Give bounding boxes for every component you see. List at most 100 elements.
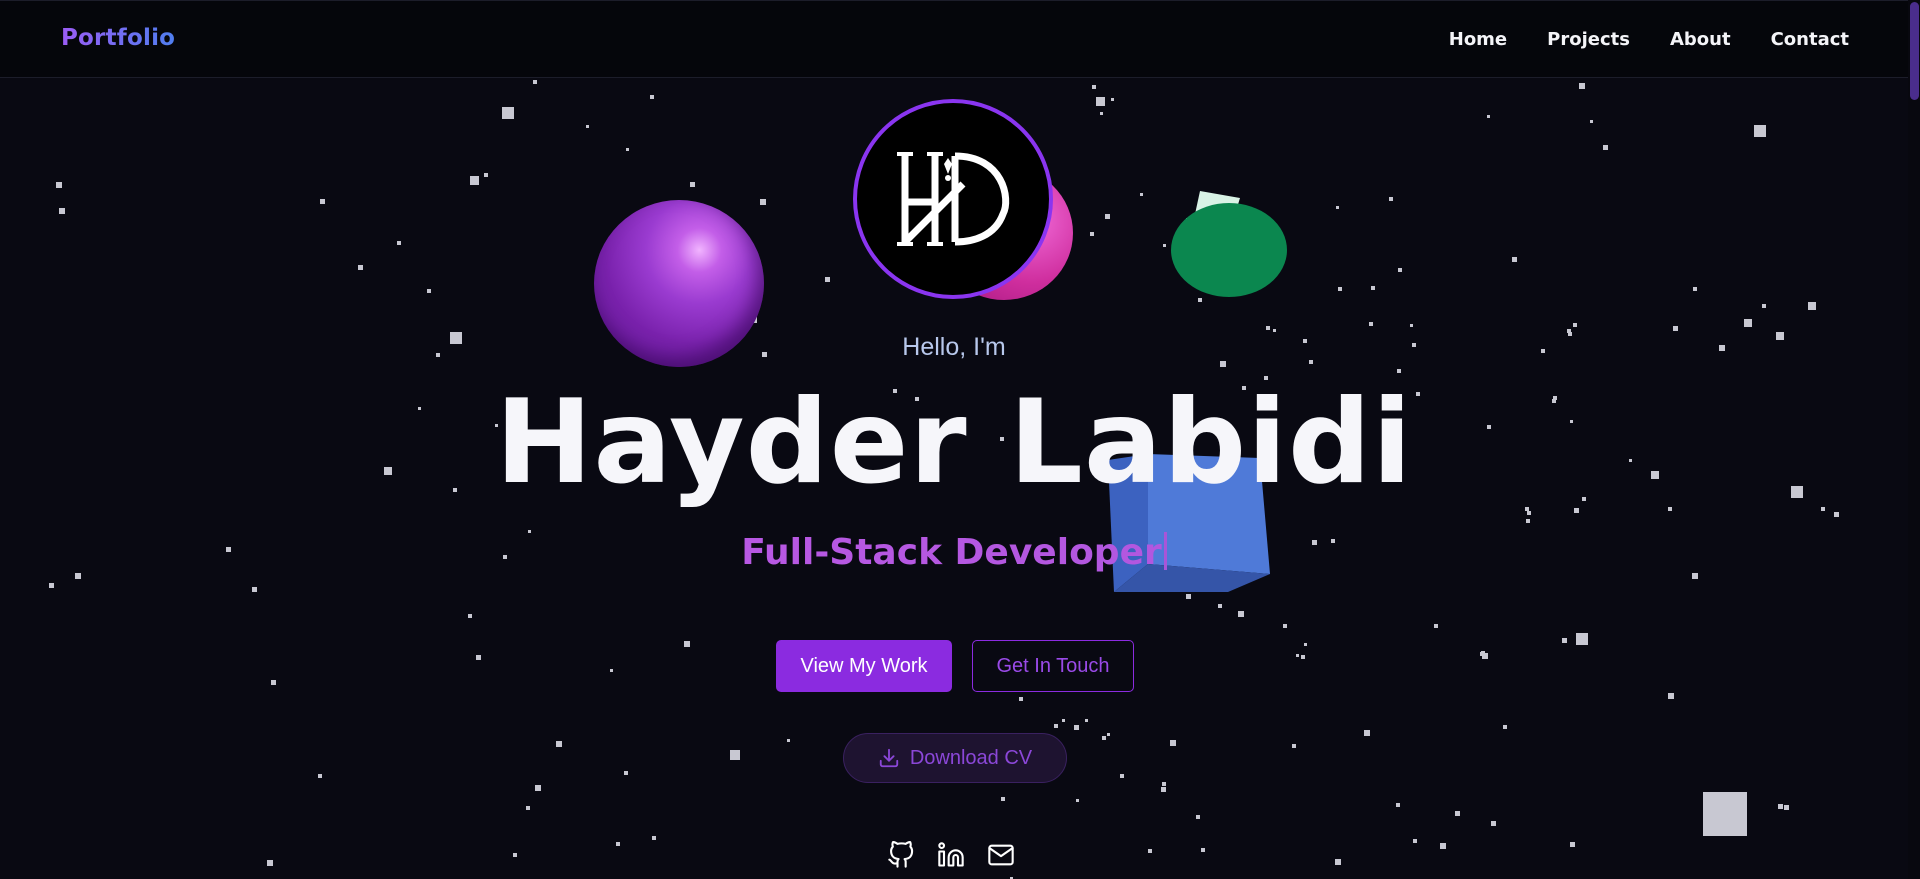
- star-particle: [1111, 98, 1114, 101]
- star-particle: [1713, 800, 1718, 805]
- brand-logo-link[interactable]: Portfolio: [61, 25, 175, 51]
- star-particle: [1120, 774, 1124, 778]
- star-particle: [1161, 787, 1166, 792]
- star-particle: [1527, 511, 1531, 515]
- star-particle: [1487, 115, 1490, 118]
- star-particle: [535, 785, 541, 791]
- star-particle: [1001, 797, 1005, 801]
- star-particle: [271, 680, 276, 685]
- star-particle: [1703, 792, 1747, 836]
- star-particle: [1480, 652, 1484, 656]
- star-particle: [267, 860, 273, 866]
- star-particle: [1062, 719, 1065, 722]
- star-particle: [1784, 805, 1789, 810]
- star-particle: [1573, 323, 1577, 327]
- star-particle: [616, 842, 620, 846]
- star-particle: [252, 587, 257, 592]
- mail-icon: [988, 844, 1014, 866]
- star-particle: [825, 277, 830, 282]
- star-particle: [1744, 319, 1752, 327]
- star-particle: [1579, 83, 1585, 89]
- star-particle: [690, 182, 695, 187]
- star-particle: [586, 125, 589, 128]
- social-links: [886, 840, 1016, 870]
- github-icon: [888, 841, 914, 868]
- star-particle: [513, 853, 517, 857]
- star-particle: [1715, 807, 1719, 811]
- star-particle: [1398, 268, 1402, 272]
- star-particle: [650, 95, 654, 99]
- star-particle: [1100, 112, 1103, 115]
- star-particle: [1371, 286, 1375, 290]
- star-particle: [1762, 304, 1766, 308]
- star-particle: [1512, 257, 1517, 262]
- view-my-work-button[interactable]: View My Work: [776, 640, 952, 692]
- star-particle: [1292, 744, 1296, 748]
- star-particle: [1140, 193, 1143, 196]
- email-link[interactable]: [986, 840, 1016, 870]
- star-particle: [1074, 725, 1079, 730]
- star-particle: [787, 739, 790, 742]
- star-particle: [1102, 736, 1106, 740]
- typing-caret: [1163, 532, 1167, 570]
- star-particle: [760, 199, 766, 205]
- logo-avatar: [853, 99, 1053, 299]
- download-icon: [879, 748, 899, 768]
- star-particle: [1054, 724, 1058, 728]
- star-particle: [476, 655, 481, 660]
- star-particle: [320, 199, 325, 204]
- star-particle: [1170, 740, 1176, 746]
- star-particle: [1440, 843, 1446, 849]
- star-particle: [626, 148, 629, 151]
- star-particle: [1162, 782, 1166, 786]
- star-particle: [1693, 287, 1697, 291]
- page-scrollbar[interactable]: [1908, 0, 1920, 879]
- star-particle: [49, 583, 54, 588]
- star-particle: [1283, 624, 1287, 628]
- star-particle: [1673, 326, 1678, 331]
- star-particle: [1019, 697, 1023, 701]
- star-particle: [502, 107, 514, 119]
- hero-role: Full-Stack Developer: [0, 532, 1908, 573]
- star-particle: [1105, 214, 1110, 219]
- star-particle: [427, 289, 431, 293]
- star-particle: [1491, 821, 1496, 826]
- star-particle: [1526, 519, 1530, 523]
- star-particle: [1389, 197, 1393, 201]
- star-particle: [1266, 326, 1270, 330]
- star-particle: [1668, 693, 1674, 699]
- nav-link-contact[interactable]: Contact: [1771, 29, 1849, 50]
- star-particle: [1574, 508, 1579, 513]
- star-particle: [526, 806, 530, 810]
- star-particle: [1107, 733, 1110, 736]
- nav-link-about[interactable]: About: [1670, 29, 1731, 50]
- green-gem-shape: [1171, 191, 1287, 297]
- star-particle: [59, 208, 65, 214]
- hero-greeting: Hello, I'm: [902, 333, 1006, 361]
- linkedin-link[interactable]: [936, 840, 966, 870]
- portfolio-page: Portfolio Home Projects About Contact He…: [0, 0, 1920, 879]
- star-particle: [75, 573, 81, 579]
- star-particle: [56, 182, 62, 188]
- star-particle: [1090, 232, 1094, 236]
- star-particle: [1301, 655, 1305, 659]
- nav-link-home[interactable]: Home: [1449, 29, 1507, 50]
- star-particle: [1335, 859, 1341, 865]
- star-particle: [1238, 611, 1244, 617]
- star-particle: [1808, 302, 1816, 310]
- github-link[interactable]: [886, 840, 916, 870]
- star-particle: [610, 669, 613, 672]
- star-particle: [1503, 725, 1507, 729]
- get-in-touch-button[interactable]: Get In Touch: [972, 640, 1134, 692]
- download-cv-button[interactable]: Download CV: [843, 733, 1067, 783]
- star-particle: [1778, 804, 1783, 809]
- star-particle: [1834, 512, 1839, 517]
- star-particle: [470, 176, 479, 185]
- hero-role-text: Full-Stack Developer: [741, 532, 1162, 573]
- star-particle: [1304, 643, 1307, 646]
- star-particle: [1576, 633, 1588, 645]
- nav-link-projects[interactable]: Projects: [1547, 29, 1630, 50]
- scrollbar-thumb[interactable]: [1910, 2, 1919, 100]
- star-particle: [652, 836, 656, 840]
- star-particle: [1296, 654, 1299, 657]
